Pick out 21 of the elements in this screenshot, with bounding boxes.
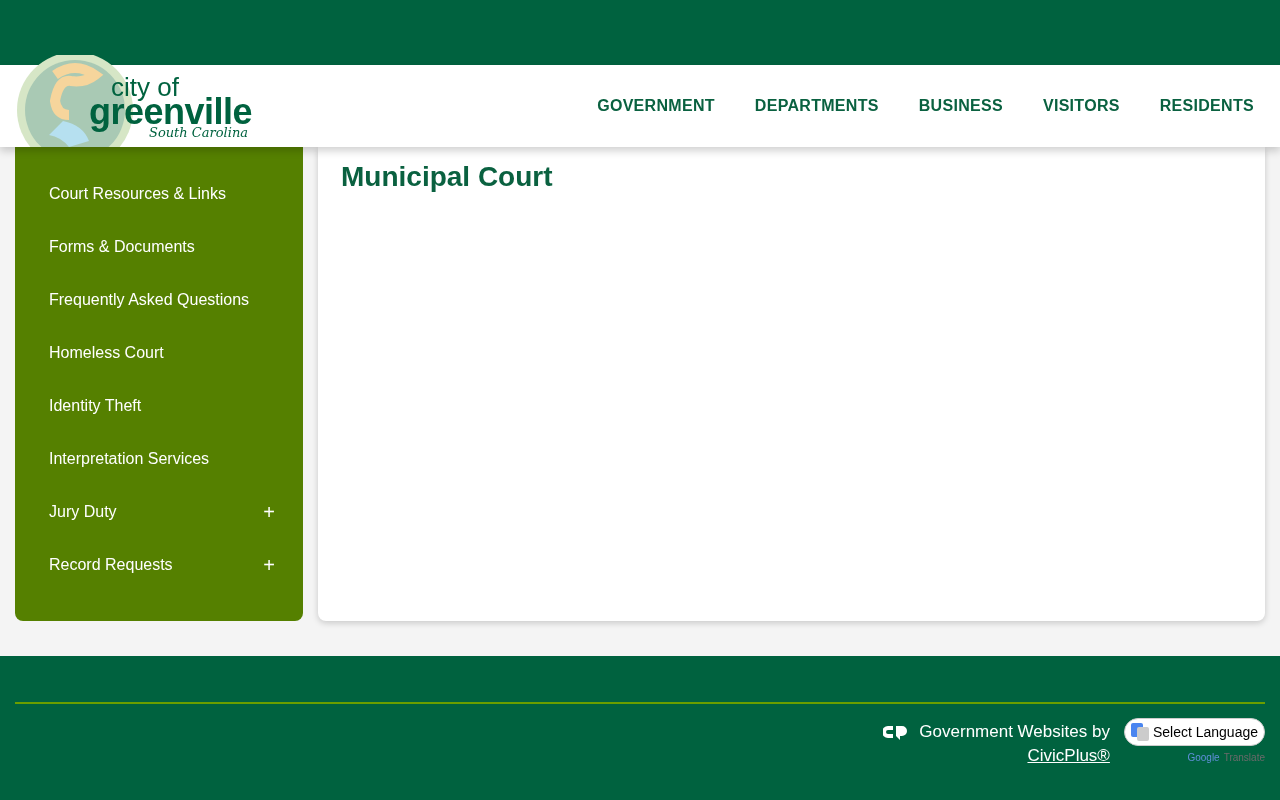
nav-link[interactable]: VISITORS (1022, 97, 1140, 115)
nav-link[interactable]: RESIDENTS (1139, 97, 1254, 115)
page-title: Municipal Court (341, 161, 554, 193)
sidebar-link[interactable]: Frequently Asked Questions (15, 273, 303, 326)
expand-toggle[interactable]: + (263, 554, 275, 575)
sidebar-link[interactable]: Jury Duty + (15, 485, 303, 538)
sidebar-link[interactable]: Identity Theft (15, 379, 303, 432)
nav-link[interactable]: GOVERNMENT (577, 97, 735, 115)
civicplus-link[interactable]: CivicPlus® (1027, 746, 1110, 766)
credit-text: Government Websites by (919, 722, 1110, 742)
sidebar-link[interactable]: Forms & Documents (15, 220, 303, 273)
expand-toggle[interactable]: + (263, 501, 275, 522)
sidebar-link[interactable]: Interpretation Services (15, 432, 303, 485)
google-label: Google (1187, 752, 1220, 763)
sidebar-link[interactable]: Court Resources & Links (15, 167, 303, 220)
civicplus-logo-icon (883, 724, 908, 740)
nav-link[interactable]: DEPARTMENTS (734, 97, 899, 115)
nav-link[interactable]: BUSINESS (898, 97, 1023, 115)
sidebar-link[interactable]: Record Requests + (15, 538, 303, 591)
sidebar-link[interactable]: Homeless Court (15, 326, 303, 379)
language-select[interactable]: Select Language (1123, 718, 1265, 746)
